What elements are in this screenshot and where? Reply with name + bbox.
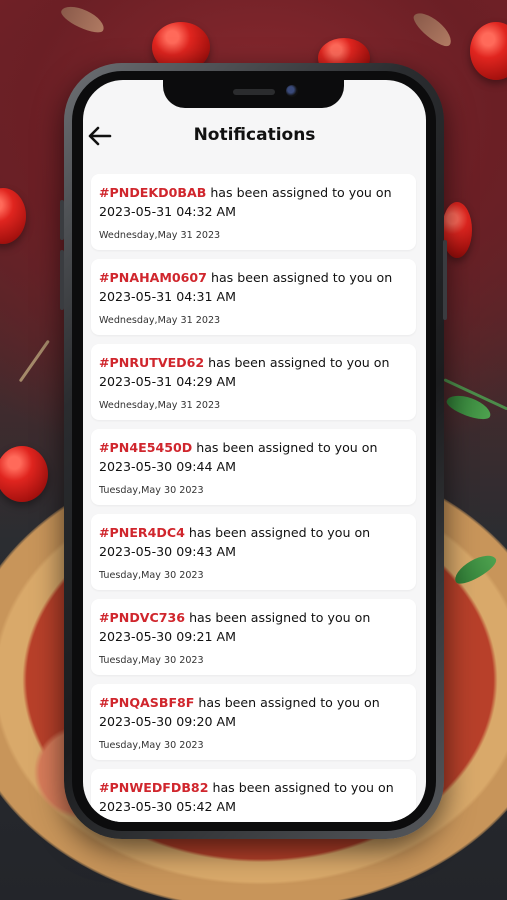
app-header: Notifications [83,114,426,158]
notification-message: #PNAHAM0607 has been assigned to you on … [99,268,404,306]
order-code: #PNER4DC4 [99,525,185,540]
notification-card[interactable]: #PNRUTVED62 has been assigned to you on … [91,344,416,420]
order-code: #PNDVC736 [99,610,186,625]
page-title: Notifications [193,125,316,145]
notification-message: #PNER4DC4 has been assigned to you on 20… [99,523,404,561]
front-camera [286,85,298,97]
tomato-image [0,188,26,244]
app-screen: Notifications #PNDEKD0BAB has been assig… [83,80,426,822]
notification-date: Tuesday,May 30 2023 [99,740,204,751]
notification-date: Wednesday,May 31 2023 [99,230,221,241]
tomato-image [470,22,507,80]
notification-card[interactable]: #PNDEKD0BAB has been assigned to you on … [91,174,416,250]
notification-card[interactable]: #PNER4DC4 has been assigned to you on 20… [91,514,416,590]
notification-card[interactable]: #PNDVC736 has been assigned to you on 20… [91,599,416,675]
notification-card[interactable]: #PN4E5450D has been assigned to you on 2… [91,429,416,505]
notification-message: #PNQASBF8F has been assigned to you on 2… [99,693,404,731]
notification-list[interactable]: #PNDEKD0BAB has been assigned to you on … [91,174,416,822]
phone-side-button [60,200,64,240]
notification-date: Tuesday,May 30 2023 [99,485,204,496]
herb-leaf-image [444,390,494,424]
order-code: #PNQASBF8F [99,695,195,710]
notification-card[interactable]: #PNWEDFDB82 has been assigned to you on … [91,769,416,822]
notification-date: Wednesday,May 31 2023 [99,400,221,411]
order-code: #PNWEDFDB82 [99,780,209,795]
notification-date: Tuesday,May 30 2023 [99,570,204,581]
tomato-image [0,446,48,502]
herb-stem-image [18,339,50,383]
order-code: #PN4E5450D [99,440,193,455]
notification-card[interactable]: #PNAHAM0607 has been assigned to you on … [91,259,416,335]
notification-message: #PNRUTVED62 has been assigned to you on … [99,353,404,391]
order-code: #PNAHAM0607 [99,270,207,285]
order-code: #PNDEKD0BAB [99,185,207,200]
notification-message: #PNDVC736 has been assigned to you on 20… [99,608,404,646]
herb-leaf-image [409,7,457,51]
order-code: #PNRUTVED62 [99,355,205,370]
notification-date: Wednesday,May 31 2023 [99,315,221,326]
notification-message: #PN4E5450D has been assigned to you on 2… [99,438,404,476]
notification-message: #PNWEDFDB82 has been assigned to you on … [99,778,404,816]
notification-card[interactable]: #PNQASBF8F has been assigned to you on 2… [91,684,416,760]
phone-side-button [60,250,64,310]
notification-date: Tuesday,May 30 2023 [99,655,204,666]
herb-leaf-image [58,1,108,37]
phone-side-button [443,240,447,320]
notification-message: #PNDEKD0BAB has been assigned to you on … [99,183,404,221]
phone-speaker [233,89,275,95]
